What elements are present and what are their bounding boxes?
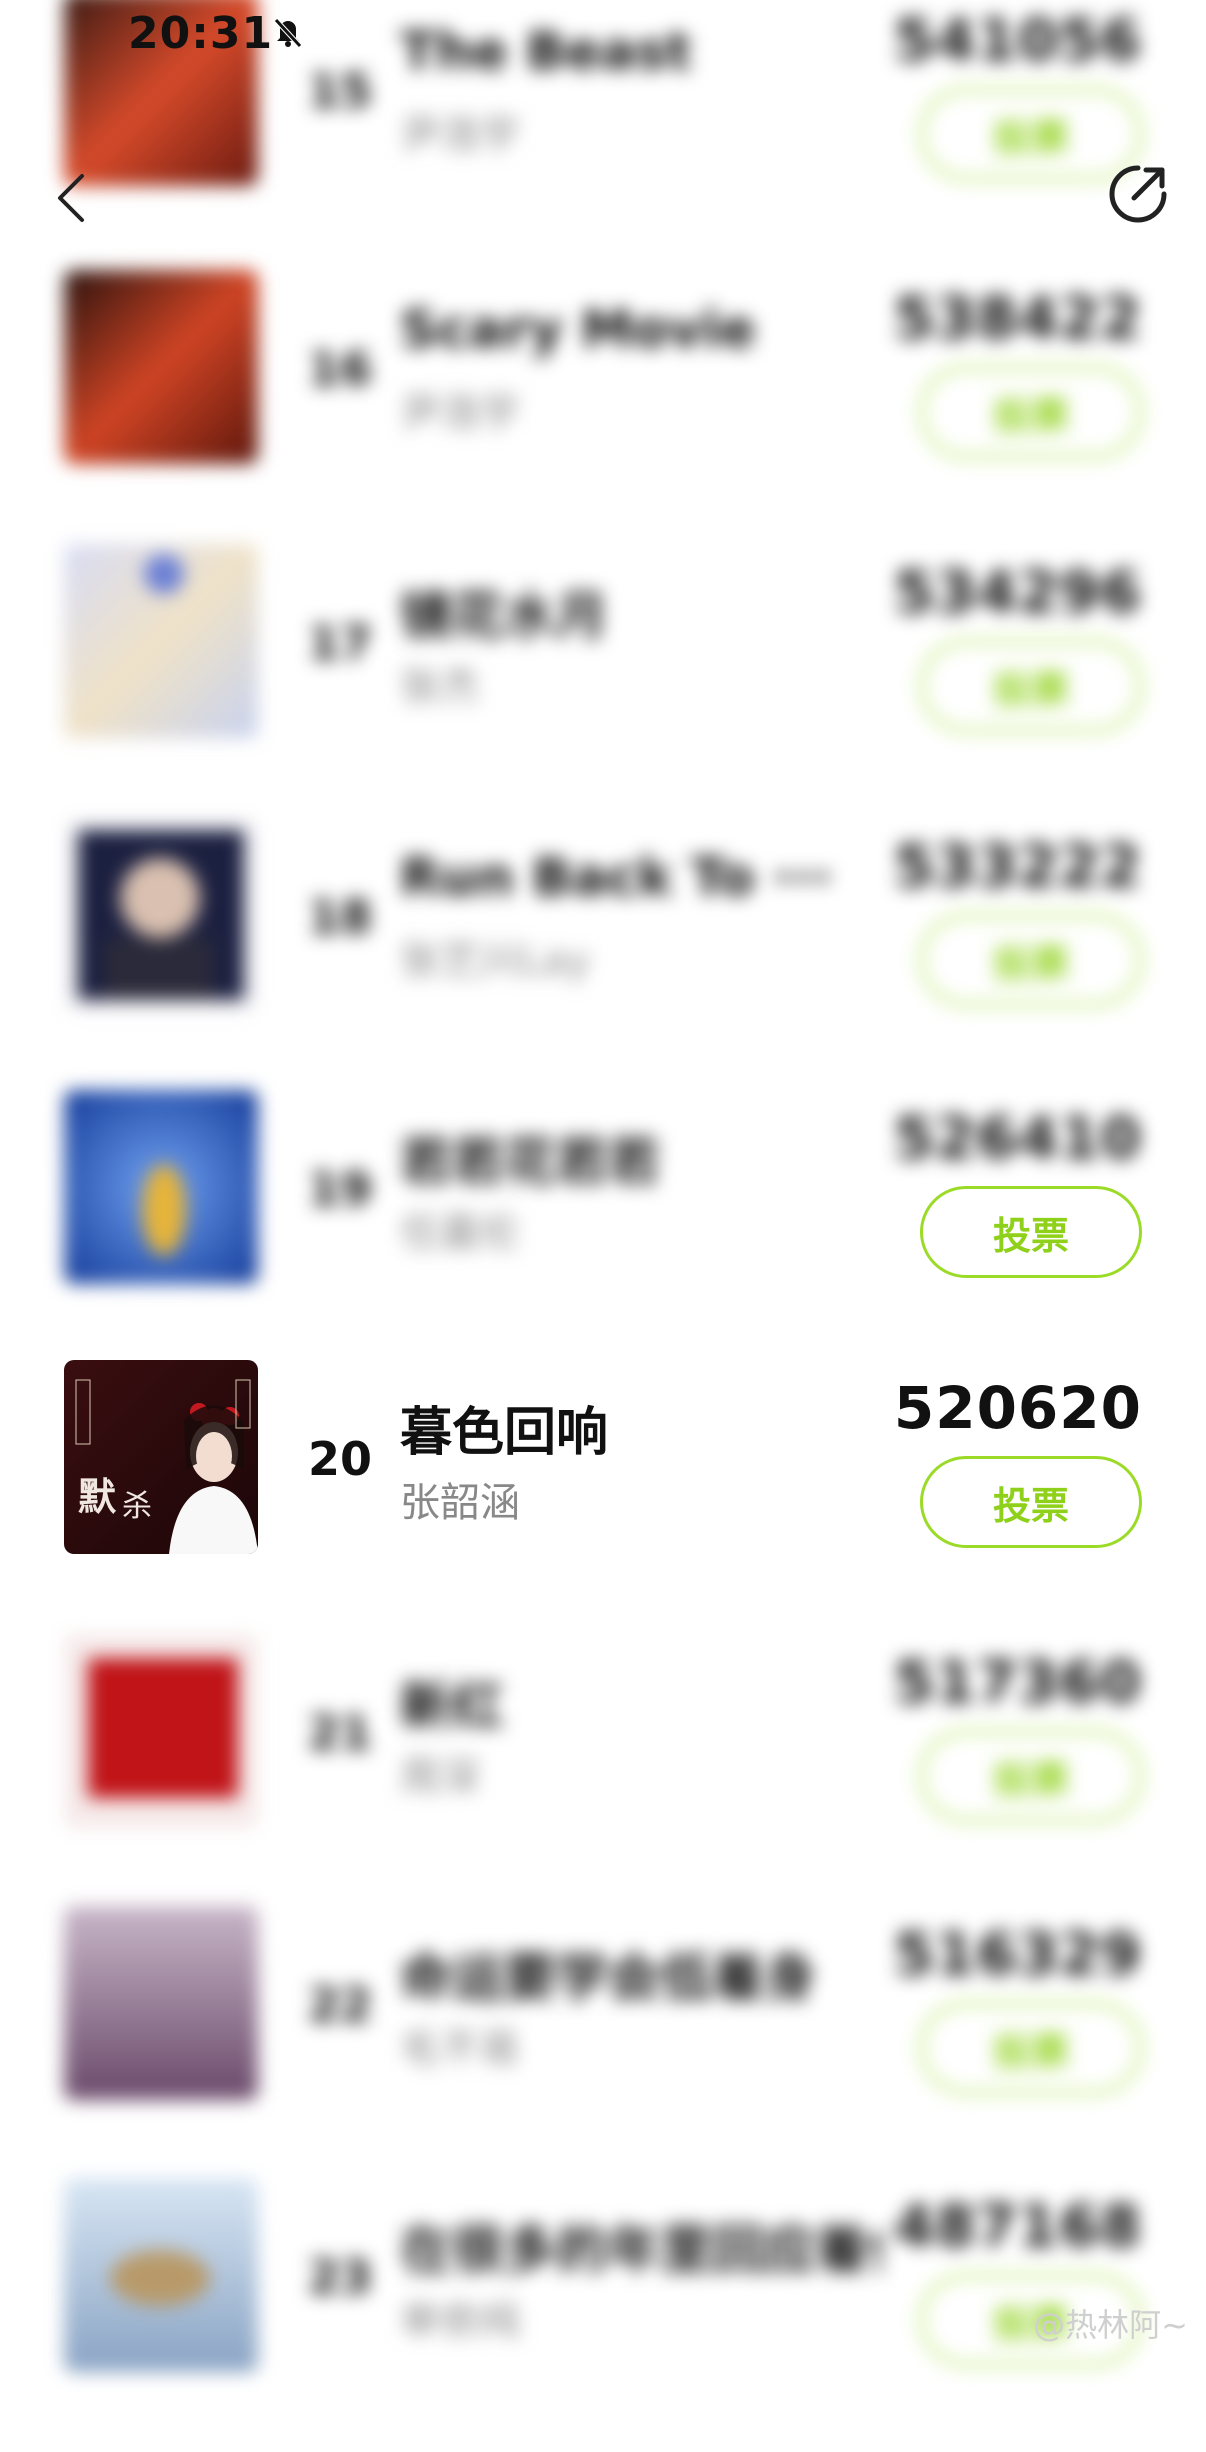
list-item[interactable]: 19 若若花若若 任嘉伦 526410 投票: [0, 1090, 1206, 1364]
song-title: 在很多的年里回应着你: [400, 2221, 880, 2281]
artist-name: 尹浩宇: [400, 390, 520, 436]
song-title: Scary Movie: [400, 300, 756, 360]
share-icon[interactable]: [1104, 160, 1172, 228]
list-item[interactable]: 18 Run Back To ··· 张艺兴Lay 533222 投票: [0, 818, 1206, 1092]
vote-count: 520620: [893, 1374, 1142, 1442]
vote-count: 487168: [893, 2192, 1142, 2260]
album-cover[interactable]: [64, 1634, 258, 1828]
list-item[interactable]: 17 镜花水月 张杰 534296 投票: [0, 544, 1206, 818]
song-title: 命运要学会低着身: [400, 1949, 817, 2009]
vote-count: 517360: [893, 1648, 1142, 1716]
vote-button[interactable]: 投票: [920, 366, 1142, 458]
song-title: 若若花若若: [400, 1133, 661, 1193]
rank-number: 21: [307, 1706, 372, 1760]
vote-button[interactable]: 投票: [920, 640, 1142, 732]
song-title: The Beast: [400, 22, 692, 82]
list-item[interactable]: 16 Scary Movie 尹浩宇 538422 投票: [0, 270, 1206, 544]
vote-button[interactable]: 投票: [920, 1456, 1142, 1548]
artist-name: 张杰: [400, 664, 480, 710]
artist-name: 单依纯: [400, 2298, 520, 2344]
vote-count: 541056: [893, 6, 1142, 74]
album-cover[interactable]: [64, 544, 258, 738]
song-title: 新红: [400, 1677, 505, 1737]
artist-name: 张艺兴Lay: [400, 938, 591, 984]
list-item[interactable]: 23 在很多的年里回应着你 单依纯 487168 投票: [0, 2178, 1206, 2452]
vote-count: 526410: [893, 1104, 1142, 1172]
vote-button[interactable]: 投票: [920, 2002, 1142, 2094]
vote-count: 538422: [893, 284, 1142, 352]
list-item[interactable]: 22 命运要学会低着身 毛不易 516329 投票: [0, 1906, 1206, 2180]
song-title: 镜花水月: [400, 587, 609, 647]
rank-number: 18: [307, 890, 372, 944]
list-item[interactable]: 21 新红 周深 517360 投票: [0, 1634, 1206, 1908]
vote-count: 534296: [893, 558, 1142, 626]
album-cover[interactable]: [64, 2178, 258, 2372]
status-time: 20:31: [128, 8, 274, 59]
rank-number: 17: [307, 616, 372, 670]
rank-number: 22: [307, 1978, 372, 2032]
rank-number: 20: [307, 1432, 372, 1486]
album-cover[interactable]: [64, 1906, 258, 2100]
vote-count: 533222: [893, 832, 1142, 900]
svg-text:杀: 杀: [122, 1489, 152, 1524]
vote-button[interactable]: 投票: [920, 1730, 1142, 1822]
rank-number: 16: [307, 342, 372, 396]
vote-button[interactable]: 投票: [920, 914, 1142, 1006]
song-title: Run Back To ···: [400, 848, 833, 908]
album-cover[interactable]: [64, 270, 258, 464]
artist-name: 张韶涵: [400, 1480, 520, 1526]
artist-name: 毛不易: [400, 2026, 520, 2072]
vote-count: 516329: [893, 1920, 1142, 1988]
album-cover[interactable]: [64, 1090, 258, 1284]
artist-name: 周深: [400, 1754, 480, 1800]
back-icon[interactable]: [52, 170, 92, 226]
album-cover[interactable]: 默 杀: [64, 1360, 258, 1554]
list-item-highlighted[interactable]: 默 杀 20 暮色回响 张韶涵 520620 投票: [0, 1360, 1206, 1634]
artist-name: 尹浩宇: [400, 112, 520, 158]
artist-name: 任嘉伦: [400, 1210, 520, 1256]
rank-number: 19: [307, 1162, 372, 1216]
watermark: @热林阿~: [1033, 2306, 1188, 2344]
album-cover[interactable]: [64, 818, 258, 1012]
rank-number: 23: [307, 2250, 372, 2304]
vote-button[interactable]: 投票: [920, 1186, 1142, 1278]
song-title: 暮色回响: [400, 1403, 609, 1463]
mute-bell-icon: [274, 18, 302, 48]
svg-text:默: 默: [78, 1474, 117, 1519]
rank-number: 15: [307, 64, 372, 118]
